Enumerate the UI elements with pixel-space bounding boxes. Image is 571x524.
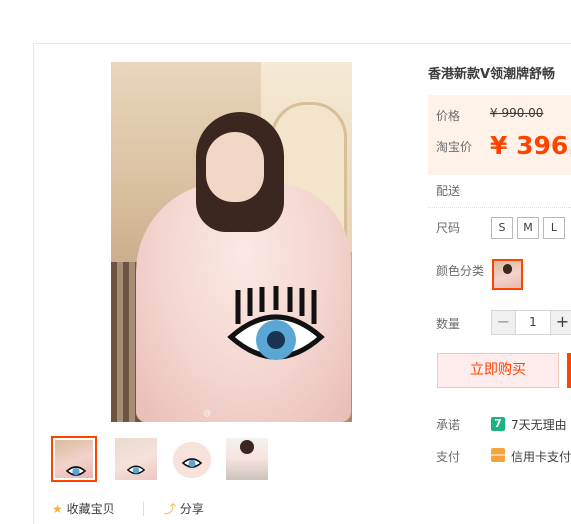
promise-value[interactable]: 7天无理由 bbox=[511, 416, 567, 433]
thumbnail-eye-icon bbox=[66, 466, 86, 476]
action-divider bbox=[143, 502, 144, 516]
delivery-label: 配送 bbox=[436, 184, 461, 198]
size-label: 尺码 bbox=[436, 221, 461, 235]
divider bbox=[428, 207, 571, 208]
share-label: 分享 bbox=[179, 502, 204, 516]
credit-card-icon bbox=[491, 448, 505, 462]
promise-label: 承诺 bbox=[436, 418, 461, 432]
color-option-swatch[interactable] bbox=[492, 259, 523, 290]
thumbnail-2[interactable] bbox=[113, 436, 159, 482]
quantity-increase-button[interactable]: + bbox=[550, 310, 571, 335]
quantity-input[interactable]: 1 bbox=[515, 310, 551, 335]
star-icon: ★ bbox=[52, 502, 63, 516]
photo-model-face bbox=[206, 132, 264, 202]
taobao-price: ¥ 396.0 bbox=[490, 131, 571, 160]
main-product-image[interactable]: @ bbox=[111, 62, 352, 422]
size-option-s[interactable]: S bbox=[491, 217, 513, 239]
quantity-label: 数量 bbox=[436, 317, 461, 331]
size-option-l[interactable]: L bbox=[543, 217, 565, 239]
seven-day-return-icon: 7 bbox=[491, 417, 505, 431]
price-label: 价格 bbox=[436, 109, 461, 123]
size-option-m[interactable]: M bbox=[517, 217, 539, 239]
taobao-price-label: 淘宝价 bbox=[436, 140, 473, 154]
thumbnail-1[interactable] bbox=[51, 436, 97, 482]
thumbnail-4[interactable] bbox=[224, 436, 270, 482]
payment-value[interactable]: 信用卡支付 bbox=[511, 448, 571, 465]
favorite-label: 收藏宝贝 bbox=[66, 502, 115, 516]
image-watermark: @ bbox=[203, 408, 211, 417]
payment-label: 支付 bbox=[436, 450, 461, 464]
quantity-decrease-button[interactable]: − bbox=[491, 310, 516, 335]
add-to-cart-button[interactable] bbox=[567, 353, 571, 388]
share-icon: ⤴ bbox=[164, 502, 177, 516]
thumbnail-3[interactable] bbox=[169, 436, 215, 482]
product-title: 香港新款V领潮牌舒畅 bbox=[428, 67, 556, 82]
original-price: ¥ 990.00 bbox=[490, 106, 544, 120]
thumbnail-eye-icon bbox=[127, 465, 145, 475]
buy-now-button[interactable]: 立即购买 bbox=[437, 353, 559, 388]
thumbnail-eye-icon bbox=[182, 458, 202, 468]
eye-logo-print bbox=[227, 286, 325, 360]
color-label: 颜色分类 bbox=[436, 264, 485, 278]
